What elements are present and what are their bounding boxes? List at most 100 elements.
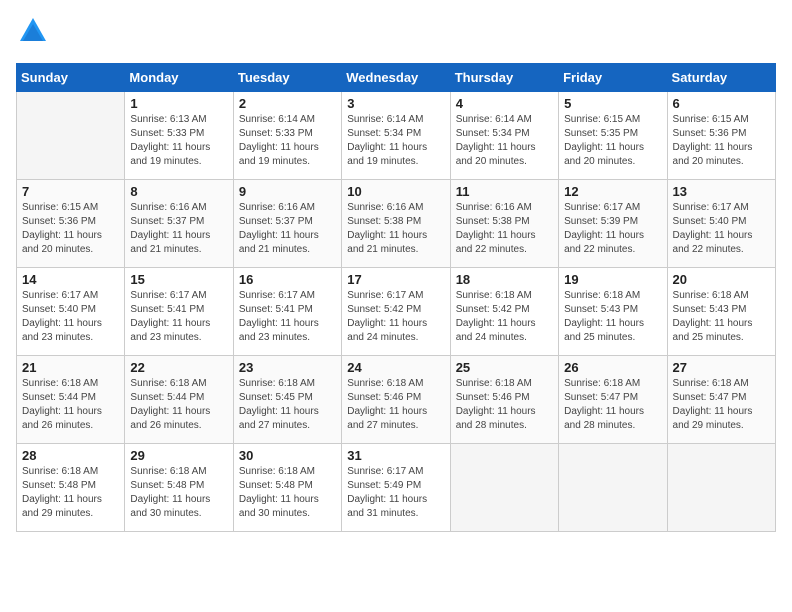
day-info: Sunrise: 6:18 AMSunset: 5:47 PMDaylight:… — [673, 377, 770, 433]
day-info: Sunrise: 6:18 AMSunset: 5:48 PMDaylight:… — [22, 465, 119, 521]
day-info: Sunrise: 6:18 AMSunset: 5:48 PMDaylight:… — [239, 465, 336, 521]
calendar-cell: 27 Sunrise: 6:18 AMSunset: 5:47 PMDayligh… — [667, 356, 775, 444]
calendar-cell: 7 Sunrise: 6:15 AMSunset: 5:36 PMDaylight… — [17, 180, 125, 268]
day-number: 25 — [456, 360, 553, 375]
calendar-cell: 13 Sunrise: 6:17 AMSunset: 5:40 PMDayligh… — [667, 180, 775, 268]
day-number: 4 — [456, 96, 553, 111]
calendar-week-row: 14 Sunrise: 6:17 AMSunset: 5:40 PMDayligh… — [17, 268, 776, 356]
calendar-cell: 9 Sunrise: 6:16 AMSunset: 5:37 PMDaylight… — [233, 180, 341, 268]
day-number: 14 — [22, 272, 119, 287]
day-number: 10 — [347, 184, 444, 199]
day-info: Sunrise: 6:17 AMSunset: 5:39 PMDaylight:… — [564, 201, 661, 257]
calendar-cell — [559, 444, 667, 532]
day-number: 26 — [564, 360, 661, 375]
calendar-cell — [450, 444, 558, 532]
weekday-header-row: SundayMondayTuesdayWednesdayThursdayFrid… — [17, 64, 776, 92]
day-number: 9 — [239, 184, 336, 199]
calendar-cell: 12Sunrise: 6:17 AMSunset: 5:39 PMDayligh… — [559, 180, 667, 268]
day-info: Sunrise: 6:15 AMSunset: 5:35 PMDaylight:… — [564, 113, 661, 169]
day-number: 1 — [130, 96, 227, 111]
day-info: Sunrise: 6:14 AMSunset: 5:33 PMDaylight:… — [239, 113, 336, 169]
weekday-header-sunday: Sunday — [17, 64, 125, 92]
calendar-cell: 15 Sunrise: 6:17 AMSunset: 5:41 PMDayligh… — [125, 268, 233, 356]
calendar-cell: 5 Sunrise: 6:15 AMSunset: 5:35 PMDaylight… — [559, 92, 667, 180]
weekday-header-friday: Friday — [559, 64, 667, 92]
day-number: 27 — [673, 360, 770, 375]
calendar-cell: 21Sunrise: 6:18 AMSunset: 5:44 PMDayligh… — [17, 356, 125, 444]
calendar-cell: 25 Sunrise: 6:18 AMSunset: 5:46 PMDayligh… — [450, 356, 558, 444]
day-number: 31 — [347, 448, 444, 463]
day-info: Sunrise: 6:17 AMSunset: 5:49 PMDaylight:… — [347, 465, 444, 521]
day-info: Sunrise: 6:18 AMSunset: 5:46 PMDaylight:… — [347, 377, 444, 433]
day-info: Sunrise: 6:17 AMSunset: 5:40 PMDaylight:… — [673, 201, 770, 257]
day-info: Sunrise: 6:18 AMSunset: 5:42 PMDaylight:… — [456, 289, 553, 345]
day-info: Sunrise: 6:15 AMSunset: 5:36 PMDaylight:… — [22, 201, 119, 257]
calendar-week-row: 28 Sunrise: 6:18 AMSunset: 5:48 PMDayligh… — [17, 444, 776, 532]
day-number: 19 — [564, 272, 661, 287]
calendar-cell — [667, 444, 775, 532]
day-info: Sunrise: 6:16 AMSunset: 5:37 PMDaylight:… — [130, 201, 227, 257]
calendar-cell: 16Sunrise: 6:17 AMSunset: 5:41 PMDayligh… — [233, 268, 341, 356]
day-number: 15 — [130, 272, 227, 287]
calendar-cell: 3Sunrise: 6:14 AMSunset: 5:34 PMDaylight… — [342, 92, 450, 180]
calendar-cell: 1Sunrise: 6:13 AMSunset: 5:33 PMDaylight… — [125, 92, 233, 180]
day-info: Sunrise: 6:16 AMSunset: 5:38 PMDaylight:… — [347, 201, 444, 257]
calendar-week-row: 1Sunrise: 6:13 AMSunset: 5:33 PMDaylight… — [17, 92, 776, 180]
calendar-cell: 8 Sunrise: 6:16 AMSunset: 5:37 PMDaylight… — [125, 180, 233, 268]
calendar-cell: 26 Sunrise: 6:18 AMSunset: 5:47 PMDayligh… — [559, 356, 667, 444]
logo-icon — [18, 16, 48, 46]
calendar-cell: 17 Sunrise: 6:17 AMSunset: 5:42 PMDayligh… — [342, 268, 450, 356]
day-number: 28 — [22, 448, 119, 463]
day-number: 23 — [239, 360, 336, 375]
day-info: Sunrise: 6:16 AMSunset: 5:37 PMDaylight:… — [239, 201, 336, 257]
day-info: Sunrise: 6:17 AMSunset: 5:40 PMDaylight:… — [22, 289, 119, 345]
day-number: 22 — [130, 360, 227, 375]
calendar-cell — [17, 92, 125, 180]
calendar-cell: 24Sunrise: 6:18 AMSunset: 5:46 PMDayligh… — [342, 356, 450, 444]
page-header — [16, 16, 776, 51]
day-info: Sunrise: 6:14 AMSunset: 5:34 PMDaylight:… — [347, 113, 444, 169]
day-number: 2 — [239, 96, 336, 111]
calendar-cell: 20 Sunrise: 6:18 AMSunset: 5:43 PMDayligh… — [667, 268, 775, 356]
day-number: 18 — [456, 272, 553, 287]
day-info: Sunrise: 6:18 AMSunset: 5:47 PMDaylight:… — [564, 377, 661, 433]
day-number: 16 — [239, 272, 336, 287]
day-info: Sunrise: 6:18 AMSunset: 5:44 PMDaylight:… — [130, 377, 227, 433]
day-number: 21 — [22, 360, 119, 375]
day-number: 11 — [456, 184, 553, 199]
day-number: 20 — [673, 272, 770, 287]
logo — [16, 16, 48, 51]
calendar-cell: 6 Sunrise: 6:15 AMSunset: 5:36 PMDaylight… — [667, 92, 775, 180]
weekday-header-monday: Monday — [125, 64, 233, 92]
day-number: 8 — [130, 184, 227, 199]
day-info: Sunrise: 6:18 AMSunset: 5:48 PMDaylight:… — [130, 465, 227, 521]
day-number: 30 — [239, 448, 336, 463]
calendar-cell: 29 Sunrise: 6:18 AMSunset: 5:48 PMDayligh… — [125, 444, 233, 532]
calendar-week-row: 21 Sunrise: 6:18 AMSunset: 5:44 PMDayligh… — [17, 356, 776, 444]
day-number: 7 — [22, 184, 119, 199]
day-number: 5 — [564, 96, 661, 111]
day-info: Sunrise: 6:18 AMSunset: 5:43 PMDaylight:… — [673, 289, 770, 345]
day-number: 29 — [130, 448, 227, 463]
calendar-cell: 28 Sunrise: 6:18 AMSunset: 5:48 PMDayligh… — [17, 444, 125, 532]
weekday-header-wednesday: Wednesday — [342, 64, 450, 92]
calendar-week-row: 7 Sunrise: 6:15 AMSunset: 5:36 PMDaylight… — [17, 180, 776, 268]
calendar-cell: 14 Sunrise: 6:17 AMSunset: 5:40 PMDayligh… — [17, 268, 125, 356]
day-number: 6 — [673, 96, 770, 111]
calendar-cell: 23Sunrise: 6:18 AMSunset: 5:45 PMDayligh… — [233, 356, 341, 444]
calendar-cell: 10 Sunrise: 6:16 AMSunset: 5:38 PMDayligh… — [342, 180, 450, 268]
day-info: Sunrise: 6:14 AMSunset: 5:34 PMDaylight:… — [456, 113, 553, 169]
weekday-header-thursday: Thursday — [450, 64, 558, 92]
calendar-cell: 11 Sunrise: 6:16 AMSunset: 5:38 PMDayligh… — [450, 180, 558, 268]
day-info: Sunrise: 6:17 AMSunset: 5:42 PMDaylight:… — [347, 289, 444, 345]
weekday-header-saturday: Saturday — [667, 64, 775, 92]
day-number: 13 — [673, 184, 770, 199]
day-info: Sunrise: 6:18 AMSunset: 5:46 PMDaylight:… — [456, 377, 553, 433]
day-info: Sunrise: 6:17 AMSunset: 5:41 PMDaylight:… — [130, 289, 227, 345]
logo-text — [16, 16, 48, 51]
day-number: 17 — [347, 272, 444, 287]
day-info: Sunrise: 6:16 AMSunset: 5:38 PMDaylight:… — [456, 201, 553, 257]
day-info: Sunrise: 6:15 AMSunset: 5:36 PMDaylight:… — [673, 113, 770, 169]
calendar-cell: 4 Sunrise: 6:14 AMSunset: 5:34 PMDaylight… — [450, 92, 558, 180]
calendar-cell: 2 Sunrise: 6:14 AMSunset: 5:33 PMDaylight… — [233, 92, 341, 180]
